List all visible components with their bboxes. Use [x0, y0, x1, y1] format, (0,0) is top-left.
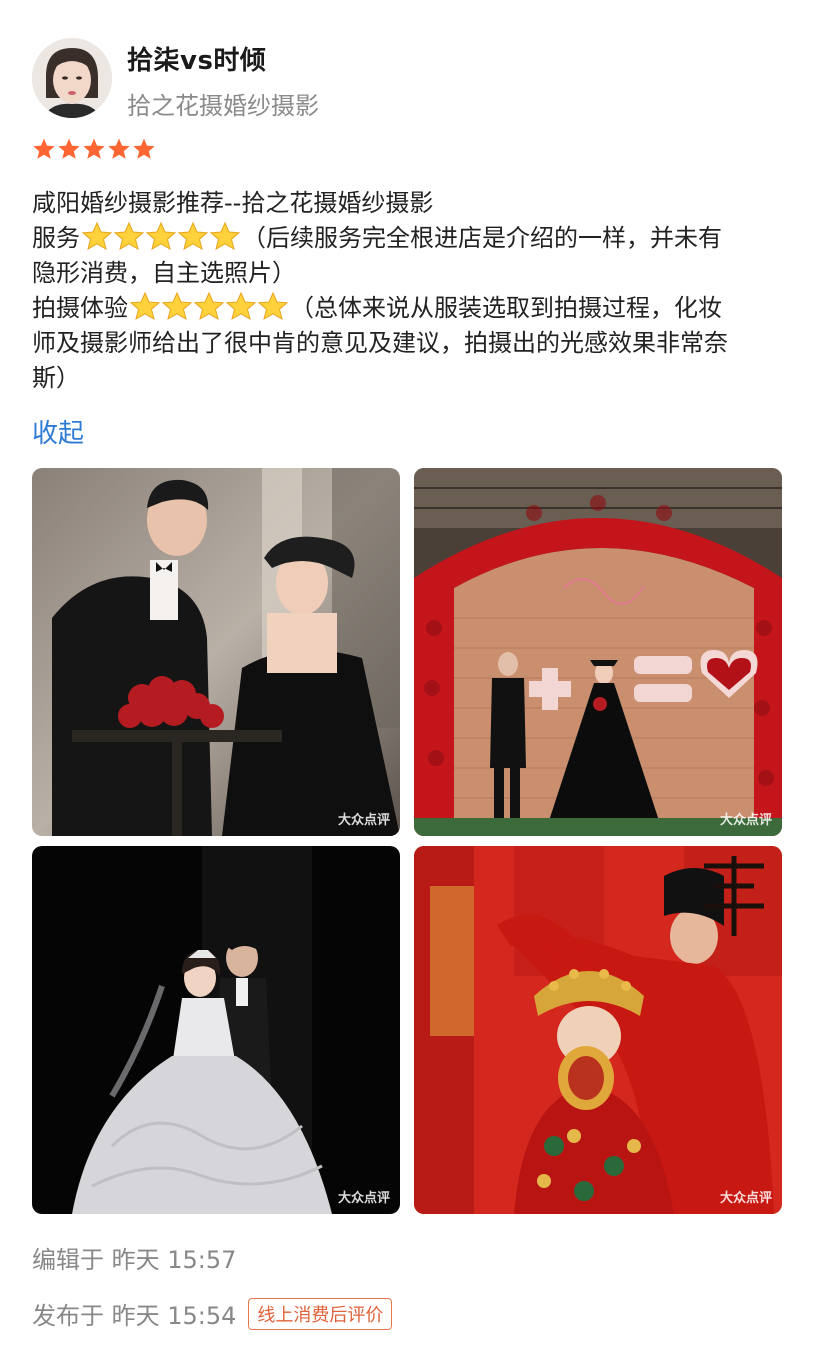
published-time: 发布于 昨天 15:54	[32, 1302, 237, 1330]
experience-comment: （总体来说从服装选取到拍摄过程，化妆	[290, 294, 722, 322]
collapse-link[interactable]: 收起	[32, 413, 84, 450]
service-stars	[82, 222, 240, 250]
experience-comment-end: 斯）	[32, 364, 80, 392]
emoji-star-icon	[130, 292, 160, 320]
photo-rose-arch[interactable]: 大众点评	[414, 468, 782, 836]
user-name[interactable]: 拾柒vs时倾	[127, 40, 266, 77]
emoji-star-icon	[82, 222, 112, 250]
watermark: 大众点评	[719, 813, 772, 828]
emoji-star-icon	[258, 292, 288, 320]
service-comment-cont: 隐形消费，自主选照片）	[32, 259, 296, 287]
experience-label: 拍摄体验	[32, 294, 128, 322]
service-comment: （后续服务完全根进店是介绍的一样，并未有	[242, 224, 722, 252]
emoji-star-icon	[162, 292, 192, 320]
service-line: 服务 （后续服务完全根进店是介绍的一样，并未有	[32, 221, 796, 256]
emoji-star-icon	[210, 222, 240, 250]
emoji-star-icon	[178, 222, 208, 250]
star-icon	[133, 138, 155, 159]
star-icon	[108, 138, 130, 159]
photo-chinese-wedding[interactable]: 大众点评	[414, 846, 782, 1214]
photo-white-gown[interactable]: 大众点评	[32, 846, 400, 1214]
shop-name[interactable]: 拾之花摄婚纱摄影	[127, 86, 319, 121]
star-icon	[83, 138, 105, 159]
review-text: 咸阳婚纱摄影推荐--拾之花摄婚纱摄影 服务 （后续服务完全根进店是介绍的一样，并…	[32, 186, 796, 396]
review-header: 拾柒vs时倾 拾之花摄婚纱摄影	[32, 38, 792, 122]
experience-stars	[130, 292, 288, 320]
review-title: 咸阳婚纱摄影推荐--拾之花摄婚纱摄影	[32, 189, 434, 217]
watermark: 大众点评	[337, 813, 390, 828]
edited-time: 编辑于 昨天 15:57	[32, 1246, 237, 1274]
online-consumption-badge: 线上消费后评价	[248, 1297, 393, 1330]
star-icon	[33, 138, 55, 159]
experience-comment-cont: 师及摄影师给出了很中肯的意见及建议，拍摄出的光感效果非常奈	[32, 329, 728, 357]
photo-grid: 大众点评 大众点评 大众点评 大众点评	[32, 468, 784, 1216]
service-label: 服务	[32, 224, 80, 252]
published-row: 发布于 昨天 15:54 线上消费后评价	[32, 1296, 393, 1331]
rating-stars	[32, 137, 156, 163]
experience-line: 拍摄体验 （总体来说从服装选取到拍摄过程，化妆	[32, 291, 796, 326]
star-icon	[58, 138, 80, 159]
emoji-star-icon	[226, 292, 256, 320]
photo-couple-roses[interactable]: 大众点评	[32, 468, 400, 836]
emoji-star-icon	[114, 222, 144, 250]
watermark: 大众点评	[337, 1191, 390, 1206]
avatar[interactable]	[32, 38, 112, 118]
emoji-star-icon	[194, 292, 224, 320]
emoji-star-icon	[146, 222, 176, 250]
watermark: 大众点评	[719, 1191, 772, 1206]
